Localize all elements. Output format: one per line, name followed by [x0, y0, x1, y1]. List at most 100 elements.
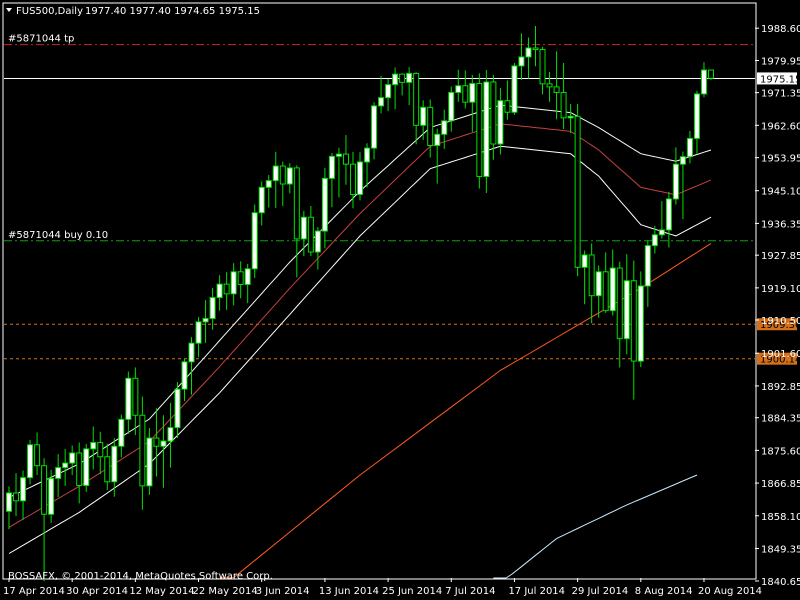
level-label-1: #5871044 buy 0.10 [8, 230, 108, 241]
candle-body [546, 83, 553, 88]
candle-body [581, 254, 588, 268]
candle-body [630, 280, 637, 362]
candle [476, 73, 483, 189]
candle-body [237, 271, 244, 285]
x-tick-label: 29 Jul 2014 [572, 586, 629, 597]
candle-body [209, 297, 216, 319]
candle-body [153, 437, 160, 447]
candle [483, 70, 490, 193]
candle-body [595, 271, 602, 297]
candle-body [616, 267, 623, 340]
copyright-text: BOSSAFX, © 2001-2014, MetaQuotes Softwar… [8, 571, 273, 582]
candle-body [658, 229, 665, 236]
candle-body [665, 198, 672, 231]
x-tick-label: 22 May 2014 [193, 586, 258, 597]
candle-body [258, 186, 265, 214]
candle-body [609, 267, 616, 312]
candle [27, 439, 34, 485]
candle-body [223, 283, 230, 295]
candle-body [118, 418, 125, 447]
candle-body [139, 414, 146, 487]
candle-body [111, 445, 118, 483]
y-tick-label: 1953.95 [761, 154, 800, 165]
candle-body [651, 234, 658, 247]
candle-body [490, 81, 497, 145]
candle-body [251, 212, 258, 270]
candle-body [420, 106, 427, 126]
y-tick-label: 1858.10 [761, 512, 800, 523]
candle-body [462, 85, 469, 103]
candle-body [216, 283, 223, 299]
x-tick-label: 20 Aug 2014 [698, 586, 762, 597]
candle-body [679, 156, 686, 165]
candle-body [708, 69, 714, 79]
y-tick-label: 1988.60 [761, 24, 800, 35]
y-tick-label: 1892.85 [761, 382, 800, 393]
candle-body [76, 452, 83, 487]
candle-body [6, 492, 12, 512]
y-tick-label: 1979.95 [761, 57, 800, 68]
candle-body [574, 115, 581, 268]
candle-body [328, 155, 335, 179]
price-chart[interactable]: #5871044 tp#5871044 buy 0.101909.361900.… [0, 0, 800, 600]
x-tick-label: 12 May 2014 [129, 586, 194, 597]
candle-body [364, 147, 371, 163]
candle-body [623, 280, 630, 340]
candle-body [392, 73, 399, 86]
candle-body [34, 444, 41, 467]
candle-body [378, 97, 385, 107]
x-tick-label: 17 Apr 2014 [3, 586, 65, 597]
y-tick-label: 1971.35 [761, 89, 800, 100]
candle-body [125, 377, 132, 420]
y-tick-label: 1849.35 [761, 544, 800, 555]
candle-body [693, 93, 700, 139]
candle-body [146, 437, 153, 487]
candle-body [20, 477, 27, 502]
candle-body [406, 72, 413, 83]
candle-body [504, 100, 511, 113]
candle-body [83, 448, 90, 487]
candle-body [644, 245, 651, 287]
candle-body [413, 72, 420, 126]
candle-body [700, 69, 707, 95]
y-tick-label: 1962.60 [761, 121, 800, 132]
chart-symbol-label: FUS500,Daily [16, 6, 83, 17]
candle-body [132, 377, 139, 416]
candle-body [314, 230, 321, 253]
candle-body [160, 440, 167, 447]
candle-body [230, 271, 237, 295]
candle-body [195, 321, 202, 344]
candle-body [532, 47, 539, 50]
candle-body [300, 216, 307, 240]
y-tick-label: 1945.10 [761, 187, 800, 198]
candle-body [342, 153, 349, 165]
candle-body [349, 163, 356, 195]
candle-body [371, 105, 378, 149]
y-tick-label: 1875.60 [761, 446, 800, 457]
y-tick-label: 1866.85 [761, 479, 800, 490]
candle-body [62, 462, 69, 469]
y-tick-label: 1927.85 [761, 251, 800, 262]
candle-body [286, 167, 293, 185]
candle-body [202, 317, 209, 323]
candle-body [181, 361, 188, 390]
candle-body [104, 456, 111, 483]
x-tick-label: 3 Jun 2014 [256, 586, 310, 597]
candle-body [553, 86, 560, 93]
chart-ohlc-readout: 1977.40 1977.40 1974.65 1975.15 [85, 6, 260, 17]
candle [574, 104, 581, 277]
level-label-0: #5871044 tp [8, 34, 74, 45]
candle-body [441, 120, 448, 135]
candle-body [357, 161, 363, 195]
candle-body [469, 82, 476, 103]
candle-body [97, 442, 104, 458]
candle-body [567, 115, 574, 119]
candle-body [265, 180, 272, 188]
candle-body [539, 48, 546, 85]
candle-body [188, 342, 195, 363]
candle-body [672, 163, 679, 200]
candle-body [483, 81, 490, 178]
candle-body [307, 216, 314, 253]
x-tick-label: 13 Jun 2014 [319, 586, 379, 597]
y-tick-label: 1910.50 [761, 316, 800, 327]
